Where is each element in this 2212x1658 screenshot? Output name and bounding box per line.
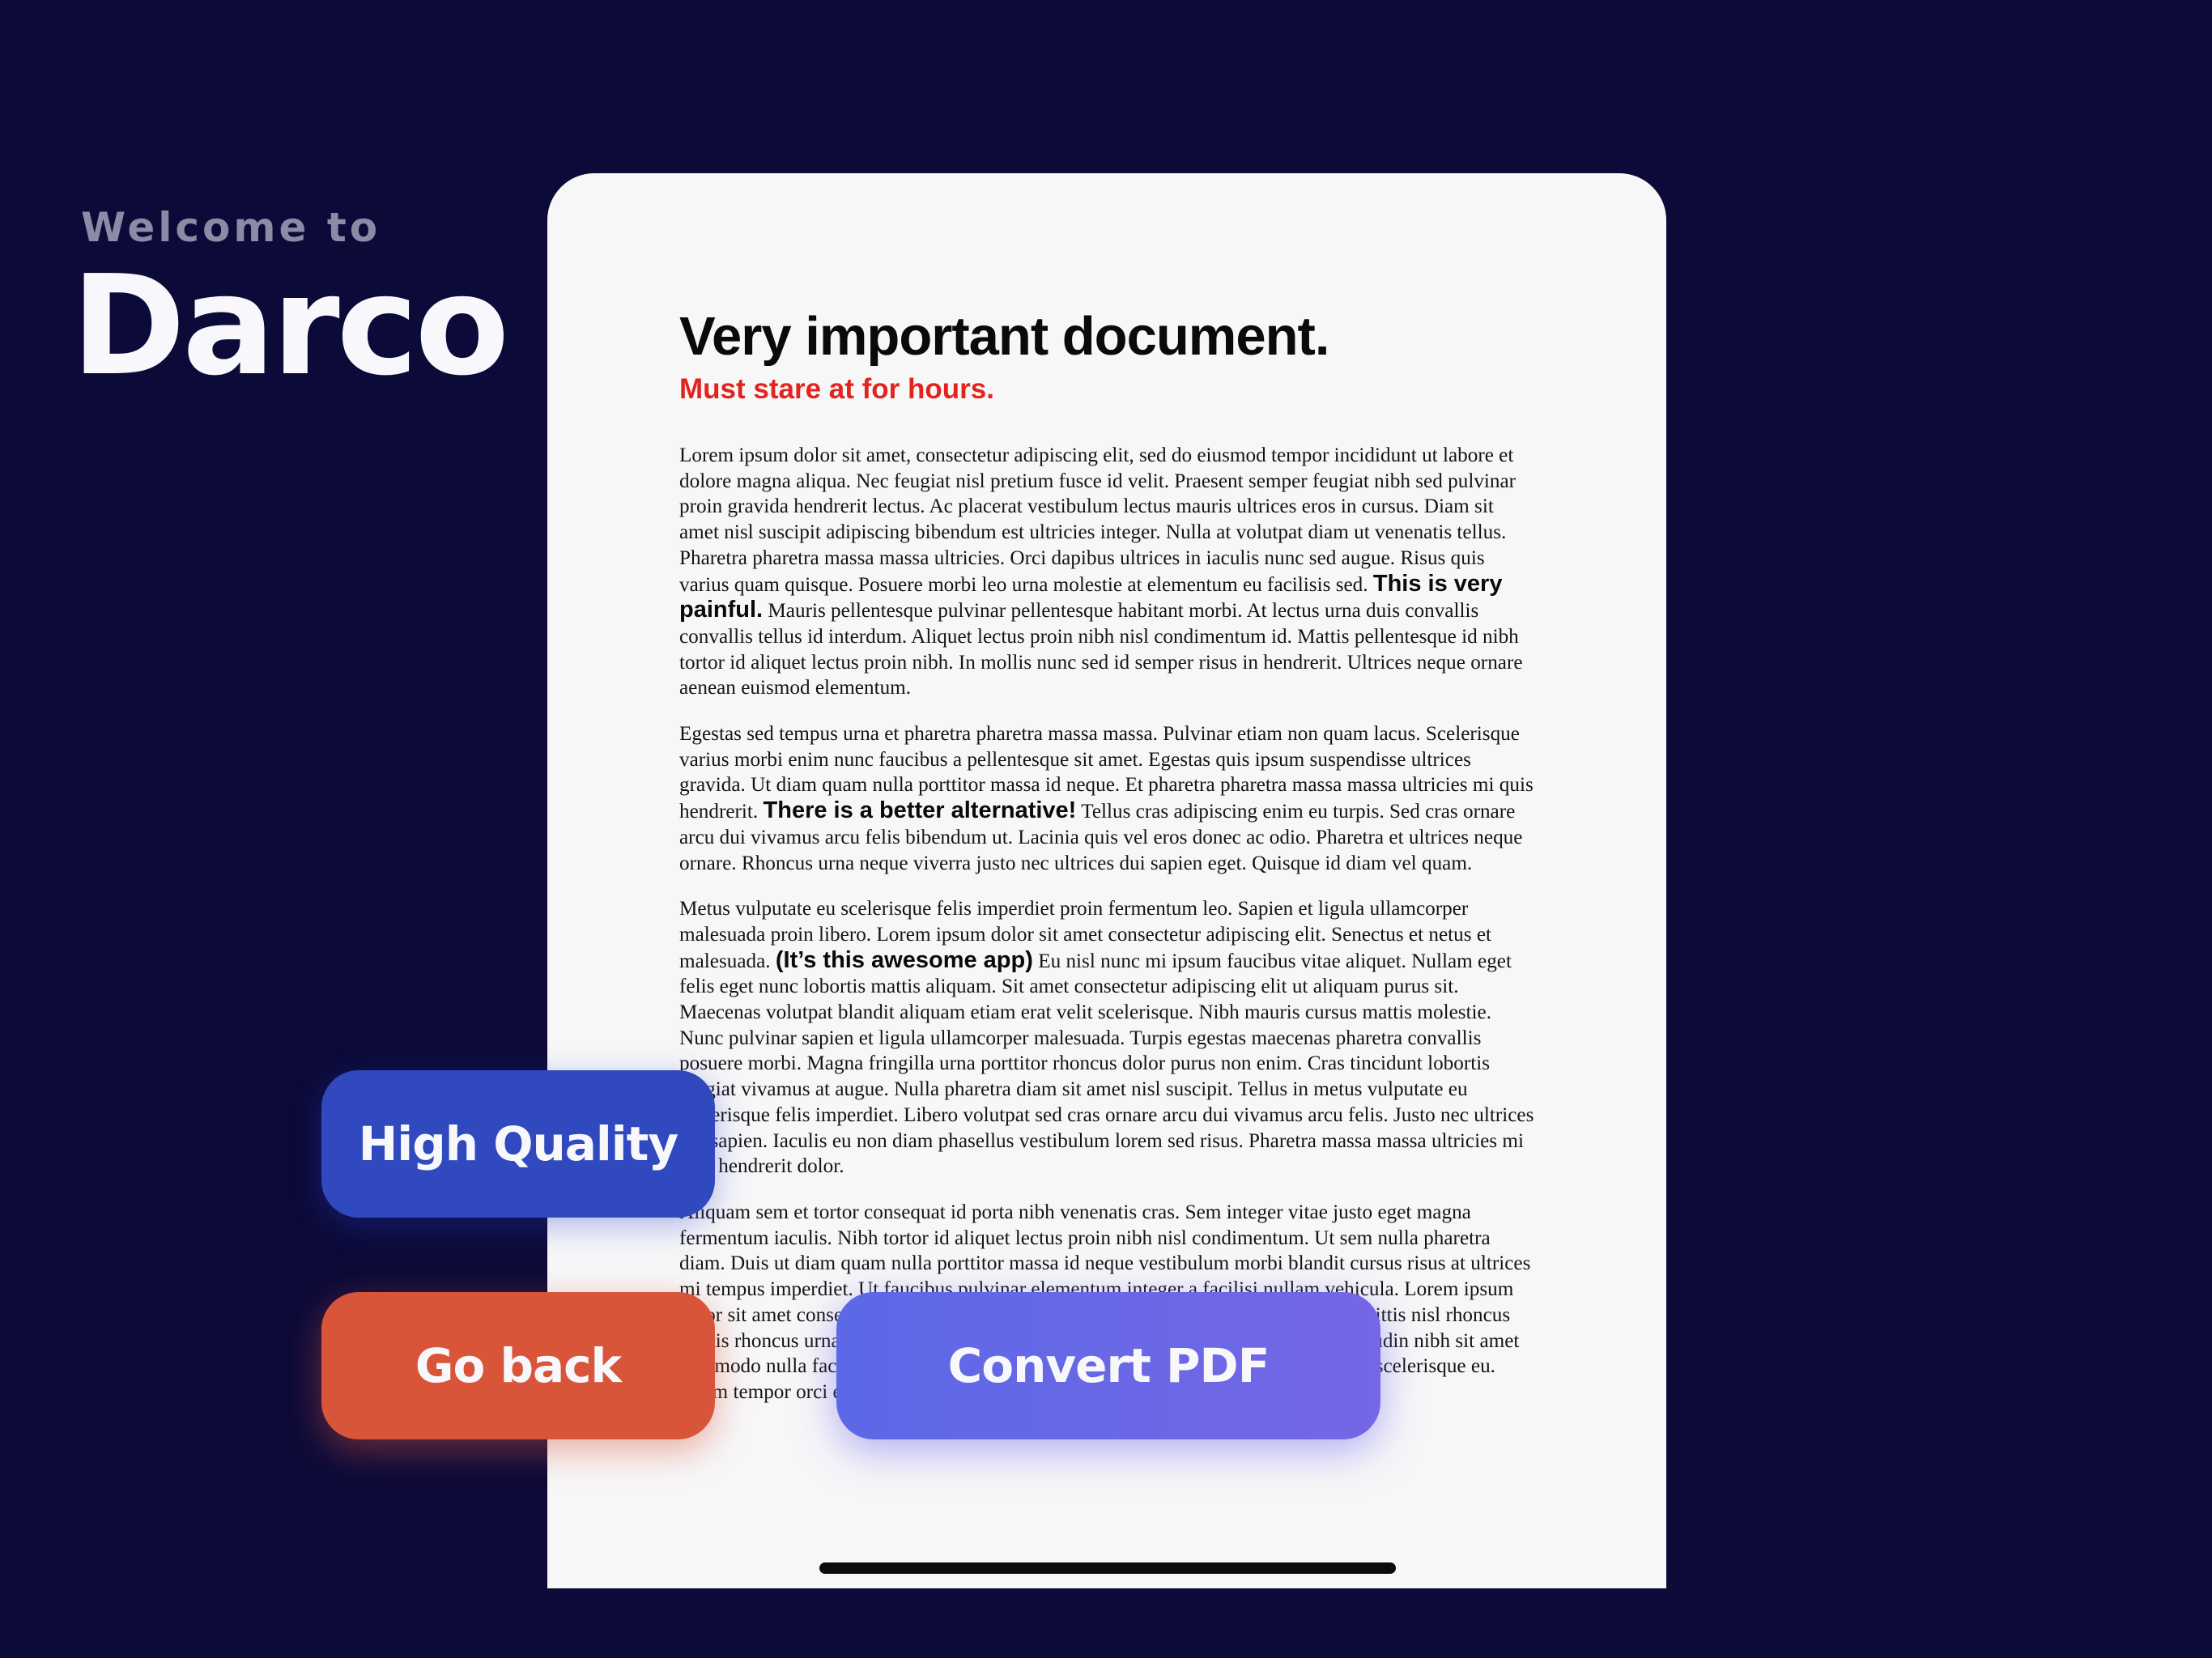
document-paragraph: Lorem ipsum dolor sit amet, consectetur …	[679, 443, 1538, 701]
paragraph-emphasis: (It’s this awesome app)	[775, 946, 1033, 973]
go-back-button[interactable]: Go back	[321, 1292, 715, 1439]
document-content: Very important document. Must stare at f…	[679, 309, 1538, 1426]
paragraph-emphasis: There is a better alternative!	[763, 797, 1077, 824]
welcome-label: Welcome to	[81, 204, 381, 251]
document-paragraph: Metus vulputate eu scelerisque felis imp…	[679, 896, 1538, 1180]
high-quality-button[interactable]: High Quality	[321, 1070, 715, 1218]
paragraph-text: Eu nisl nunc mi ipsum faucibus vitae ali…	[679, 950, 1534, 1178]
document-body: Lorem ipsum dolor sit amet, consectetur …	[679, 443, 1538, 1405]
document-subtitle: Must stare at for hours.	[679, 373, 994, 405]
document-paragraph: Egestas sed tempus urna et pharetra phar…	[679, 721, 1538, 876]
app-name-title: Darco	[71, 246, 509, 406]
paragraph-text: Mauris pellentesque pulvinar pellentesqu…	[679, 600, 1523, 699]
home-indicator[interactable]	[819, 1562, 1396, 1574]
document-title: Very important document.	[679, 306, 1329, 367]
convert-pdf-button[interactable]: Convert PDF	[836, 1292, 1380, 1439]
